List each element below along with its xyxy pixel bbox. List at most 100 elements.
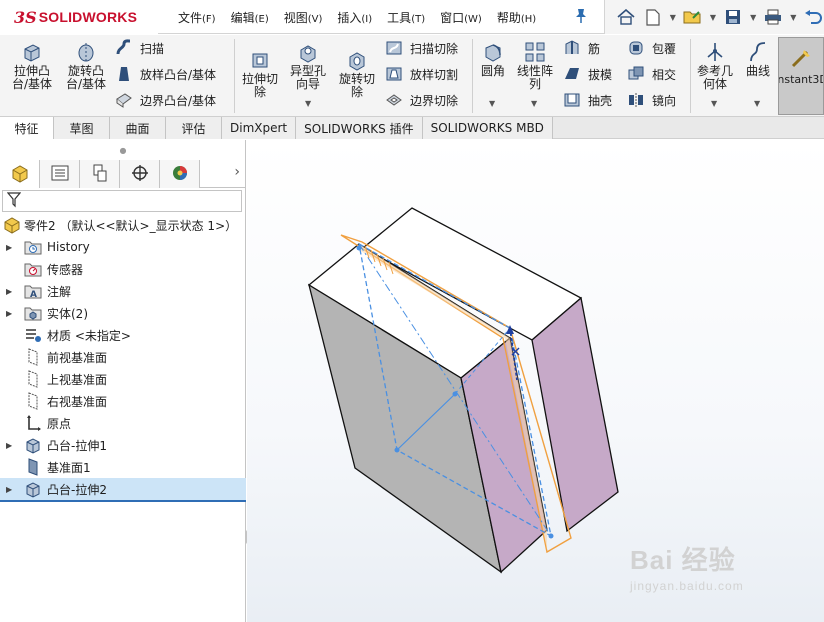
tree-item-annotations[interactable]: ▶ A 注解: [0, 280, 246, 302]
lofted-cut-button[interactable]: 放样切割: [384, 63, 458, 85]
configuration-manager-tab[interactable]: [80, 160, 120, 188]
reference-geometry-button[interactable]: 参考几 何体: [694, 41, 736, 91]
origin-icon: [24, 414, 42, 432]
fillet-button[interactable]: 圆角: [476, 41, 510, 78]
chevron-down-icon[interactable]: ▼: [305, 99, 311, 108]
extrude-boss-button[interactable]: 拉伸凸 台/基体: [8, 41, 56, 91]
chevron-down-icon[interactable]: ▼: [669, 6, 676, 28]
chevron-down-icon[interactable]: ▼: [489, 99, 495, 108]
tab-features[interactable]: 特征: [0, 117, 54, 139]
tree-item-right-plane[interactable]: 右视基准面: [0, 390, 246, 412]
loft-boss-button[interactable]: 放样凸台/基体: [114, 63, 216, 85]
expand-arrow-icon[interactable]: ▶: [6, 485, 14, 494]
expand-arrow-icon[interactable]: ▶: [6, 441, 14, 450]
tree-root-part[interactable]: 零件2 （默认<<默认>_显示状态 1>）: [0, 214, 246, 236]
draft-icon: [562, 64, 582, 84]
print-icon[interactable]: [763, 6, 784, 28]
menu-insert[interactable]: 插入(I): [337, 9, 372, 26]
tree-filter[interactable]: [2, 190, 242, 212]
chevron-down-icon[interactable]: ▼: [711, 99, 717, 108]
tree-item-origin[interactable]: 原点: [0, 412, 246, 434]
chevron-right-icon[interactable]: ›: [234, 164, 240, 180]
property-manager-tab[interactable]: [40, 160, 80, 188]
tree-item-top-plane[interactable]: 上视基准面: [0, 368, 246, 390]
shell-button[interactable]: 抽壳: [562, 89, 612, 111]
ribbon-separator: [472, 39, 473, 113]
tree-item-boss-extrude1[interactable]: ▶ 凸台-拉伸1: [0, 434, 246, 456]
block-right-face-selected[interactable]: [531, 296, 619, 533]
sweep-button[interactable]: 扫描: [114, 37, 164, 59]
tab-dimxpert[interactable]: DimXpert: [222, 117, 297, 139]
ribbon-separator: [690, 39, 691, 113]
tree-root-label: 零件2 （默认<<默认>_显示状态 1>）: [24, 218, 238, 233]
tree-item-boss-extrude2[interactable]: ▶ 凸台-拉伸2: [0, 478, 246, 500]
boundary-boss-button[interactable]: 边界凸台/基体: [114, 89, 216, 111]
expand-arrow-icon[interactable]: ▶: [6, 243, 14, 252]
intersect-button[interactable]: 相交: [626, 63, 676, 85]
hole-wizard-icon: [297, 41, 319, 63]
curves-button[interactable]: 曲线: [740, 41, 776, 78]
expand-arrow-icon[interactable]: ▶: [6, 309, 14, 318]
home-icon[interactable]: [615, 6, 636, 28]
tree-item-solid-bodies[interactable]: ▶ 实体(2): [0, 302, 246, 324]
revolve-cut-button[interactable]: 旋转切 除: [334, 49, 380, 99]
boundary-cut-button[interactable]: 边界切除: [384, 89, 458, 111]
menu-window[interactable]: 窗口(W): [440, 9, 482, 26]
solidworks-logo[interactable]: 3S SOLIDWORKS: [0, 0, 158, 34]
extrude-cut-button[interactable]: 拉伸切 除: [238, 49, 282, 99]
tab-surfaces[interactable]: 曲面: [110, 117, 166, 139]
solid-bodies-icon: [24, 304, 42, 322]
rib-icon: [562, 38, 582, 58]
tree-item-front-plane[interactable]: 前视基准面: [0, 346, 246, 368]
revolve-boss-button[interactable]: 旋转凸 台/基体: [62, 41, 110, 91]
save-icon[interactable]: [723, 6, 744, 28]
annotation-icon: A: [24, 282, 42, 300]
feature-tree-tab[interactable]: [0, 160, 40, 188]
chevron-down-icon[interactable]: ▼: [531, 99, 537, 108]
extrude-cut-icon: [249, 49, 271, 71]
pin-icon[interactable]: [574, 8, 588, 28]
mirror-button[interactable]: 镜向: [626, 89, 676, 111]
chevron-down-icon[interactable]: ▼: [709, 6, 716, 28]
configuration-icon: [91, 164, 109, 185]
shell-icon: [562, 90, 582, 110]
chevron-down-icon[interactable]: ▼: [754, 99, 760, 108]
undo-icon[interactable]: [803, 6, 824, 28]
tree-item-plane1[interactable]: 基准面1: [0, 456, 246, 478]
menu-file[interactable]: 文件(F): [178, 9, 216, 26]
revolve-cut-icon: [346, 49, 368, 71]
command-manager: 拉伸凸 台/基体 旋转凸 台/基体 扫描 放样凸台/基体 边界凸台/基体 拉伸切…: [0, 35, 824, 117]
preview-point: [452, 391, 458, 397]
chevron-down-icon[interactable]: ▼: [750, 6, 757, 28]
tab-sketch[interactable]: 草图: [54, 117, 110, 139]
sweep-icon: [114, 38, 134, 58]
instant3d-button[interactable]: Instant3D: [778, 37, 824, 115]
linear-pattern-button[interactable]: 线性阵 列: [512, 41, 558, 91]
dimxpert-manager-tab[interactable]: [120, 160, 160, 188]
menu-edit[interactable]: 编辑(E): [231, 9, 269, 26]
ds-logo-mark: 3S: [14, 7, 37, 27]
pane-grip[interactable]: ●: [0, 140, 246, 160]
tab-solidworks-mbd[interactable]: SOLIDWORKS MBD: [422, 117, 553, 139]
draft-button[interactable]: 拔模: [562, 63, 612, 85]
expand-arrow-icon[interactable]: ▶: [6, 287, 14, 296]
open-folder-icon[interactable]: [682, 6, 703, 28]
menu-tools[interactable]: 工具(T): [387, 9, 425, 26]
swept-cut-button[interactable]: 扫描切除: [384, 37, 458, 59]
menu-view[interactable]: 视图(V): [284, 9, 323, 26]
rib-button[interactable]: 筋: [562, 37, 600, 59]
menu-help[interactable]: 帮助(H): [497, 9, 536, 26]
fillet-icon: [482, 41, 504, 63]
tree-item-sensors[interactable]: 传感器: [0, 258, 246, 280]
appearance-icon: [171, 164, 189, 185]
tab-solidworks-addins[interactable]: SOLIDWORKS 插件: [296, 117, 423, 139]
quick-access-toolbar: ▼ ▼ ▼ ▼: [604, 0, 824, 34]
tree-item-material[interactable]: 材质 <未指定>: [0, 324, 246, 346]
new-doc-icon[interactable]: [642, 6, 663, 28]
chevron-down-icon[interactable]: ▼: [790, 6, 797, 28]
display-manager-tab[interactable]: [160, 160, 200, 188]
wrap-button[interactable]: 包覆: [626, 37, 676, 59]
tree-item-history[interactable]: ▶ History: [0, 236, 246, 258]
tab-evaluate[interactable]: 评估: [166, 117, 222, 139]
hole-wizard-button[interactable]: 异型孔 向导: [286, 41, 330, 91]
